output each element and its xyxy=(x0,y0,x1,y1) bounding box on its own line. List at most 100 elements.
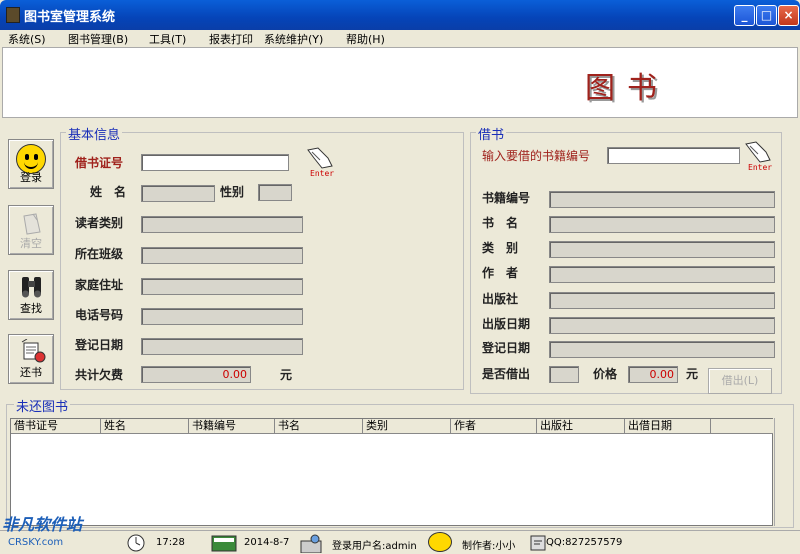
name-label: 姓 名 xyxy=(90,185,127,199)
qq-icon xyxy=(530,535,546,551)
debt-unit: 元 xyxy=(280,368,293,382)
close-button[interactable]: × xyxy=(778,5,799,26)
status-time: 17:28 xyxy=(156,537,185,548)
col-card-number[interactable]: 借书证号 xyxy=(11,419,101,434)
menu-bar: 系统(S) 图书管理(B) 工具(T) 报表打印 系统维护(Y) 帮助(H) xyxy=(0,30,800,47)
watermark-sub: CRSKY.com xyxy=(8,537,64,548)
lent-label: 是否借出 xyxy=(482,367,531,381)
menu-book-management[interactable]: 图书管理(B) xyxy=(68,31,128,47)
login-label: 登录 xyxy=(20,171,42,184)
window-title: 图书室管理系统 xyxy=(24,10,116,25)
address-field xyxy=(141,278,303,295)
return-button[interactable]: 还书 xyxy=(8,334,54,384)
status-user: 登录用户名:admin xyxy=(332,541,417,552)
book-number-prompt: 输入要借的书籍编号 xyxy=(482,149,591,163)
category-field xyxy=(549,241,775,258)
status-qq: QQ:827257579 xyxy=(546,537,623,548)
borrow-button[interactable]: 借出(L) xyxy=(708,368,772,394)
minimize-button[interactable]: _ xyxy=(734,5,755,26)
status-author: 制作者:小小 xyxy=(462,541,516,552)
gender-label: 性别 xyxy=(220,185,245,199)
phone-field xyxy=(141,308,303,325)
status-bar: 非凡软件站 CRSKY.com 17:28 2014-8-7 登录用户名:adm… xyxy=(0,515,800,554)
pub-date-label: 出版日期 xyxy=(482,317,531,331)
search-button[interactable]: 查找 xyxy=(8,270,54,320)
calendar-icon xyxy=(211,535,237,552)
phone-label: 电话号码 xyxy=(75,308,124,322)
login-button[interactable]: 登录 xyxy=(8,139,54,189)
col-book-name[interactable]: 书名 xyxy=(275,419,363,434)
debt-field: 0.00 xyxy=(141,366,251,383)
col-name[interactable]: 姓名 xyxy=(101,419,189,434)
book-reg-date-label: 登记日期 xyxy=(482,341,531,355)
book-no-label: 书籍编号 xyxy=(482,191,531,205)
search-label: 查找 xyxy=(20,302,42,315)
author-field xyxy=(549,266,775,283)
class-field xyxy=(141,247,303,264)
title-bar: 图书室管理系统 _ □ × xyxy=(0,0,800,30)
debt-label: 共计欠费 xyxy=(75,368,124,382)
book-number-input[interactable] xyxy=(607,147,740,164)
hand-pointer-icon xyxy=(745,141,771,163)
book-no-field xyxy=(549,191,775,208)
lent-field xyxy=(549,366,579,383)
binoculars-icon xyxy=(22,277,41,298)
maximize-button[interactable]: □ xyxy=(756,5,777,26)
clock-icon xyxy=(127,534,145,552)
col-publisher[interactable]: 出版社 xyxy=(537,419,625,434)
book-enter-icon[interactable]: Enter xyxy=(742,138,778,172)
table-scrollbar[interactable] xyxy=(774,418,792,526)
table-header: 借书证号 姓名 书籍编号 书名 类别 作者 出版社 出借日期 xyxy=(11,419,773,434)
return-book-icon xyxy=(21,339,46,363)
clear-label: 清空 xyxy=(20,237,42,250)
publisher-field xyxy=(549,292,775,309)
card-number-label: 借书证号 xyxy=(75,156,124,170)
user-icon xyxy=(300,534,322,553)
hand-pointer-icon xyxy=(307,147,333,169)
reg-date-label: 登记日期 xyxy=(75,338,124,352)
pub-date-field xyxy=(549,317,775,334)
card-number-input[interactable] xyxy=(141,154,289,171)
unreturned-title: 未还图书 xyxy=(14,396,71,415)
card-enter-text: Enter xyxy=(310,169,335,178)
app-icon xyxy=(6,7,20,23)
category-label: 类 别 xyxy=(482,241,519,255)
watermark: 非凡软件站 xyxy=(2,515,83,534)
book-name-label: 书 名 xyxy=(482,216,519,230)
unreturned-table[interactable]: 借书证号 姓名 书籍编号 书名 类别 作者 出版社 出借日期 xyxy=(10,418,773,526)
address-label: 家庭住址 xyxy=(75,278,124,292)
menu-report-print[interactable]: 报表打印 xyxy=(209,31,253,47)
gender-field xyxy=(258,184,292,201)
book-reg-date-field xyxy=(549,341,775,358)
status-date: 2014-8-7 xyxy=(244,537,290,548)
card-enter-icon[interactable]: Enter xyxy=(304,144,340,178)
menu-tools[interactable]: 工具(T) xyxy=(149,31,186,47)
col-lend-date[interactable]: 出借日期 xyxy=(625,419,711,434)
banner-title: 图书 xyxy=(585,71,669,106)
reader-type-field xyxy=(141,216,303,233)
reg-date-field xyxy=(141,338,303,355)
price-field: 0.00 xyxy=(628,366,678,383)
clear-icon xyxy=(23,213,41,235)
borrow-title: 借书 xyxy=(476,124,507,143)
clear-button[interactable]: 清空 xyxy=(8,205,54,255)
name-field xyxy=(141,185,215,202)
basic-info-title: 基本信息 xyxy=(66,124,123,143)
return-label: 还书 xyxy=(20,366,42,379)
menu-system[interactable]: 系统(S) xyxy=(8,31,46,47)
col-category[interactable]: 类别 xyxy=(363,419,451,434)
reader-type-label: 读者类别 xyxy=(75,216,124,230)
col-author[interactable]: 作者 xyxy=(451,419,537,434)
book-enter-text: Enter xyxy=(748,163,773,172)
class-label: 所在班级 xyxy=(75,247,124,261)
menu-help[interactable]: 帮助(H) xyxy=(346,31,385,47)
author-label: 作 者 xyxy=(482,266,519,280)
author-smiley-icon xyxy=(426,531,454,553)
book-name-field xyxy=(549,216,775,233)
price-unit: 元 xyxy=(686,367,699,381)
menu-system-maintenance[interactable]: 系统维护(Y) xyxy=(264,31,323,47)
price-label: 价格 xyxy=(593,367,618,381)
col-book-number[interactable]: 书籍编号 xyxy=(189,419,275,434)
banner: 图书 xyxy=(2,47,798,118)
publisher-label: 出版社 xyxy=(482,292,519,306)
